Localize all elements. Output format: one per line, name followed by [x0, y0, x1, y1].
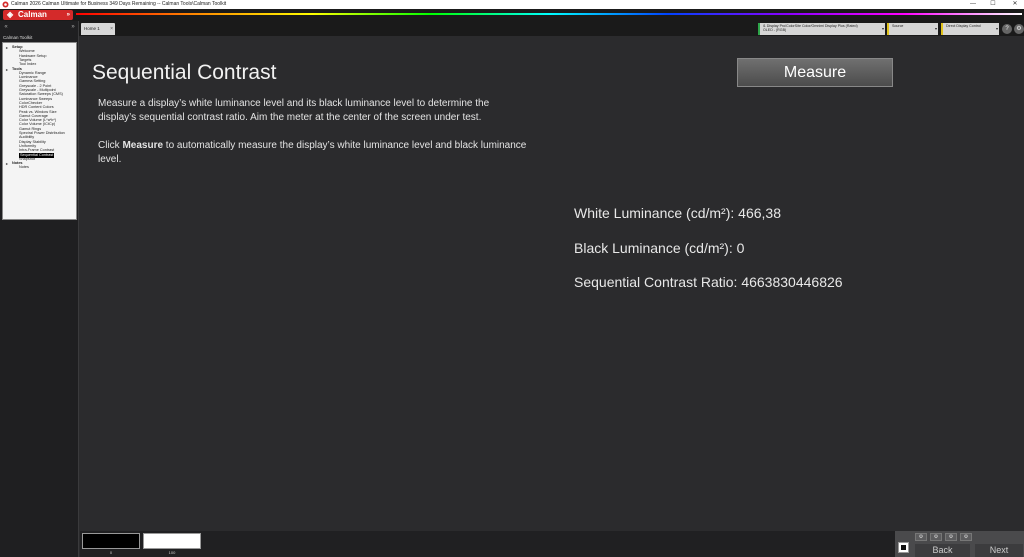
display-dropdown[interactable]: Direct Display Control ▾ [941, 23, 999, 35]
stop-button[interactable] [898, 542, 909, 553]
white-luminance-value: 466,38 [738, 205, 781, 221]
black-swatch[interactable] [82, 533, 140, 549]
logo-mark-icon: ◈ [7, 10, 14, 19]
sidebar-header: « » [2, 24, 77, 32]
sidebar: « » Calman Toolkit ▸ Setup Welcome Hardware… [0, 21, 79, 557]
page-title: Sequential Contrast [92, 61, 277, 84]
expand-icon[interactable]: ▸ [6, 67, 8, 72]
white-luminance-label: White Luminance (cd/m²): [574, 205, 735, 221]
title-bar: Calman 2026 Calman Ultimate for Business… [0, 0, 1024, 9]
brand-bar: ◈ Calman » [0, 9, 1024, 21]
chevron-down-icon: ▾ [934, 26, 937, 31]
description-text: Click [98, 140, 123, 151]
nav-tool-icon[interactable]: ⚙ [945, 533, 957, 541]
navigation-panel: ⚙ ⚙ ⚙ ⚙ Back Next [895, 531, 1024, 557]
tree-item[interactable]: Notes [19, 165, 29, 170]
workflow-tree: ▸ Setup Welcome Hardware Setup Targets Tool I… [2, 42, 77, 220]
chevron-down-icon: ▾ [995, 26, 998, 31]
source-dropdown-label: Source [892, 24, 904, 28]
measure-keyword: Measure [122, 140, 164, 151]
next-button[interactable]: Next [975, 544, 1023, 557]
collapse-sidebar-icon[interactable]: « [2, 24, 10, 31]
nav-tool-icon[interactable]: ⚙ [960, 533, 972, 541]
white-swatch[interactable] [143, 533, 201, 549]
contrast-ratio-row: Sequential Contrast Ratio: 4663830446826 [574, 274, 843, 290]
help-icon[interactable]: ? [1002, 24, 1012, 34]
nav-tool-icon[interactable]: ⚙ [930, 533, 942, 541]
logo-text: Calman [18, 10, 47, 19]
tree-title: Calman Toolkit [3, 35, 33, 40]
window-title: Calman 2026 Calman Ultimate for Business… [11, 1, 227, 7]
expand-icon[interactable]: ▸ [6, 161, 8, 166]
stop-icon [901, 545, 906, 550]
black-luminance-row: Black Luminance (cd/m²): 0 [574, 240, 744, 256]
contrast-ratio-value: 4663830446826 [741, 274, 843, 290]
tab-bar: Home 1 × i1 Display Pro/ColorSite Color/… [79, 21, 1024, 36]
app-icon [2, 1, 9, 8]
meter-dropdown-line2: OLED - (RGB) [763, 28, 787, 32]
bottom-bar: 0 100 ⚙ ⚙ ⚙ ⚙ Back Next [80, 531, 1024, 557]
calman-logo[interactable]: ◈ Calman » [3, 10, 73, 20]
measure-button[interactable]: Measure [737, 58, 893, 87]
white-swatch-label: 100 [168, 550, 176, 555]
source-dropdown[interactable]: Source ▾ [887, 23, 938, 35]
minimize-button[interactable]: — [966, 0, 980, 9]
maximize-button[interactable]: ☐ [986, 0, 1000, 9]
tab-label: Home 1 [84, 26, 100, 31]
black-luminance-value: 0 [736, 240, 745, 256]
logo-menu-icon: » [66, 12, 70, 18]
main-panel: Sequential Contrast Measure Measure a di… [80, 36, 1024, 531]
expand-icon[interactable]: ▸ [6, 45, 8, 50]
close-button[interactable]: ✕ [1008, 0, 1022, 9]
nav-tool-icon[interactable]: ⚙ [915, 533, 927, 541]
chevron-down-icon: ▾ [881, 26, 884, 31]
black-luminance-label: Black Luminance (cd/m²): [574, 240, 733, 256]
meter-dropdown[interactable]: i1 Display Pro/ColorSite Color/Omnimi Di… [758, 23, 885, 35]
tab-home[interactable]: Home 1 × [81, 23, 115, 35]
pin-sidebar-icon[interactable]: » [69, 24, 77, 31]
description-paragraph-1: Measure a display’s white luminance leve… [98, 98, 490, 123]
description-paragraph-2: Click Measure to automatically measure t… [98, 139, 528, 167]
back-button[interactable]: Back [915, 544, 970, 557]
tab-close-icon[interactable]: × [110, 23, 113, 35]
contrast-ratio-label: Sequential Contrast Ratio: [574, 274, 738, 290]
black-swatch-label: 0 [109, 550, 113, 555]
display-dropdown-label: Direct Display Control [946, 24, 981, 28]
white-luminance-row: White Luminance (cd/m²): 466,38 [574, 205, 781, 221]
settings-gear-icon[interactable]: ⚙ [1014, 24, 1024, 34]
rainbow-strip [76, 13, 1022, 15]
description-text: to automatically measure the display’s w… [98, 140, 527, 165]
